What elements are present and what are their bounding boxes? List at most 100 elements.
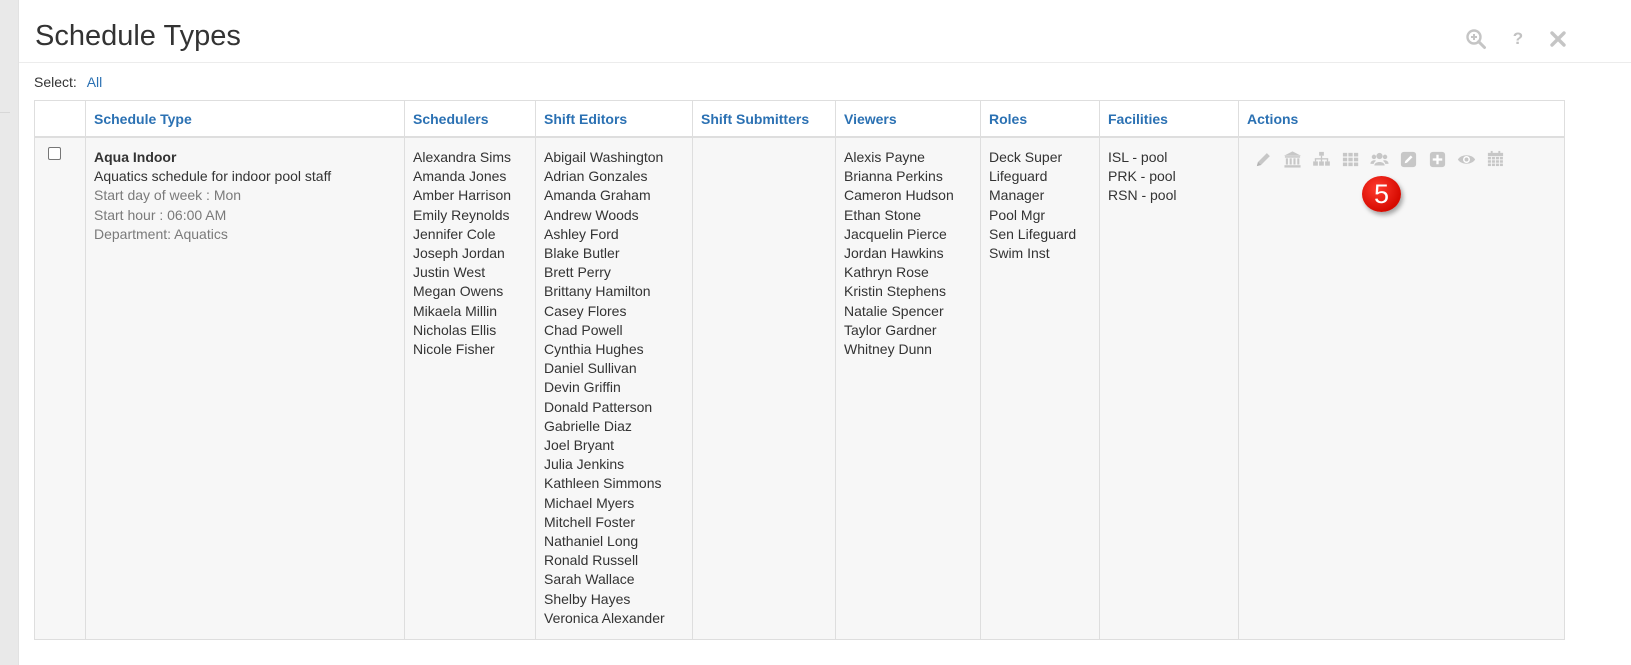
schedule-type-name[interactable]: Aqua Indoor <box>94 148 396 167</box>
role-name: Pool Mgr <box>989 206 1046 223</box>
scheduler-name: Emily Reynolds <box>413 206 510 223</box>
shift-editor-name: Donald Patterson <box>544 398 653 415</box>
shift-editor-name: Chad Powell <box>544 321 623 338</box>
zoom-in-icon[interactable] <box>1465 28 1487 50</box>
select-column-header <box>34 100 86 138</box>
close-icon[interactable] <box>1547 28 1569 50</box>
column-header-shift-submitters[interactable]: Shift Submitters <box>692 100 836 138</box>
scheduler-name: Amanda Jones <box>413 168 507 185</box>
facility-name: ISL - pool <box>1108 149 1168 165</box>
shift-editor-name: Amanda Graham <box>544 187 651 204</box>
schedule-type-cell: Aqua Indoor Aquatics schedule for indoor… <box>85 136 405 640</box>
column-header-schedulers[interactable]: Schedulers <box>404 100 536 138</box>
users-icon[interactable] <box>1367 148 1391 170</box>
select-label: Select: <box>34 74 77 90</box>
facilities-cell: ISL - pool PRK - pool RSN - pool <box>1099 136 1239 640</box>
role-name: Deck Super <box>989 149 1063 165</box>
eye-icon[interactable] <box>1454 148 1478 170</box>
shift-editor-name: Abigail Washington <box>544 149 664 165</box>
column-header-shift-editors[interactable]: Shift Editors <box>535 100 693 138</box>
shift-editor-name: Gabrielle Diaz <box>544 417 632 434</box>
schedule-type-description: Aquatics schedule for indoor pool staff <box>94 168 332 185</box>
viewer-name: Natalie Spencer <box>844 302 944 319</box>
pencil-icon[interactable] <box>1251 148 1275 170</box>
bank-icon[interactable] <box>1280 148 1304 170</box>
scheduler-name: Alexandra Sims <box>413 149 512 165</box>
help-icon[interactable]: ? <box>1507 28 1529 50</box>
schedulers-cell: Alexandra Sims Amanda Jones Amber Harrison… <box>404 136 536 640</box>
shift-editor-name: Mitchell Foster <box>544 513 636 530</box>
select-all-link[interactable]: All <box>87 74 103 90</box>
page-title: Schedule Types <box>35 20 241 52</box>
schedule-types-dialog: Schedule Types ? Select: All Schedule Ty… <box>18 0 1631 665</box>
viewer-name: Kathryn Rose <box>844 264 929 281</box>
viewer-name: Taylor Gardner <box>844 321 937 338</box>
scheduler-name: Nicholas Ellis <box>413 321 497 338</box>
role-name: Sen Lifeguard <box>989 225 1077 242</box>
dialog-header: Schedule Types ? <box>19 0 1631 63</box>
start-day: Start day of week : Mon <box>94 187 242 204</box>
scheduler-name: Nicole Fisher <box>413 341 495 358</box>
department: Department: Aquatics <box>94 225 228 242</box>
shift-editor-name: Brett Perry <box>544 264 611 281</box>
scheduler-name: Amber Harrison <box>413 187 512 204</box>
shift-editor-name: Julia Jenkins <box>544 456 625 473</box>
shift-editor-name: Daniel Sullivan <box>544 360 637 377</box>
shift-editor-name: Joel Bryant <box>544 437 615 454</box>
shift-editor-name: Brittany Hamilton <box>544 283 651 300</box>
calendar-icon[interactable] <box>1483 148 1507 170</box>
shift-editor-name: Veronica Alexander <box>544 609 665 626</box>
role-name: Manager <box>989 187 1045 204</box>
shift-submitters-cell <box>692 136 836 640</box>
viewer-name: Whitney Dunn <box>844 341 932 358</box>
role-name: Lifeguard <box>989 168 1048 185</box>
background-panel-edge <box>0 0 18 665</box>
shift-editor-name: Shelby Hayes <box>544 590 631 607</box>
shift-editor-name: Blake Butler <box>544 245 620 262</box>
table-row: Aqua Indoor Aquatics schedule for indoor… <box>34 136 1565 640</box>
column-header-schedule-type[interactable]: Schedule Type <box>85 100 405 138</box>
table-header-row: Schedule Type Schedulers Shift Editors S… <box>34 100 1565 138</box>
shift-editor-name: Andrew Woods <box>544 206 639 223</box>
scheduler-name: Justin West <box>413 264 486 281</box>
viewers-cell: Alexis Payne Brianna Perkins Cameron Hudso… <box>835 136 981 640</box>
row-checkbox[interactable] <box>48 147 61 160</box>
column-header-actions: Actions <box>1238 100 1565 138</box>
scheduler-name: Joseph Jordan <box>413 245 505 262</box>
shift-editor-name: Casey Flores <box>544 302 627 319</box>
shift-editor-name: Michael Myers <box>544 494 635 511</box>
facility-name: RSN - pool <box>1108 187 1177 204</box>
column-header-roles[interactable]: Roles <box>980 100 1100 138</box>
start-hour: Start hour : 06:00 AM <box>94 206 227 223</box>
viewer-name: Jacquelin Pierce <box>844 225 947 242</box>
schedule-types-table: Schedule Type Schedulers Shift Editors S… <box>34 100 1565 640</box>
shift-editor-name: Adrian Gonzales <box>544 168 648 185</box>
actions-cell <box>1238 136 1565 640</box>
plus-square-icon[interactable] <box>1425 148 1449 170</box>
shift-editor-name: Sarah Wallace <box>544 571 635 588</box>
viewer-name: Jordan Hawkins <box>844 245 944 262</box>
edit-square-icon[interactable] <box>1396 148 1420 170</box>
column-header-facilities[interactable]: Facilities <box>1099 100 1239 138</box>
row-select-cell <box>34 136 86 640</box>
grid-icon[interactable] <box>1338 148 1362 170</box>
sitemap-icon[interactable] <box>1309 148 1333 170</box>
step-callout-badge: 5 <box>1362 176 1401 212</box>
shift-editor-name: Ronald Russell <box>544 552 639 569</box>
viewer-name: Ethan Stone <box>844 206 922 223</box>
scheduler-name: Mikaela Millin <box>413 302 498 319</box>
shift-editor-name: Kathleen Simmons <box>544 475 662 492</box>
select-row: Select: All <box>34 74 102 90</box>
roles-cell: Deck Super Lifeguard Manager Pool Mgr Sen Li… <box>980 136 1100 640</box>
role-name: Swim Inst <box>989 245 1050 262</box>
shift-editor-name: Devin Griffin <box>544 379 621 396</box>
facility-name: PRK - pool <box>1108 168 1176 185</box>
shift-editor-name: Nathaniel Long <box>544 533 639 550</box>
viewer-name: Alexis Payne <box>844 149 925 165</box>
viewer-name: Brianna Perkins <box>844 168 943 185</box>
column-header-viewers[interactable]: Viewers <box>835 100 981 138</box>
viewer-name: Cameron Hudson <box>844 187 954 204</box>
shift-editor-name: Ashley Ford <box>544 225 619 242</box>
scheduler-name: Jennifer Cole <box>413 225 496 242</box>
viewer-name: Kristin Stephens <box>844 283 946 300</box>
